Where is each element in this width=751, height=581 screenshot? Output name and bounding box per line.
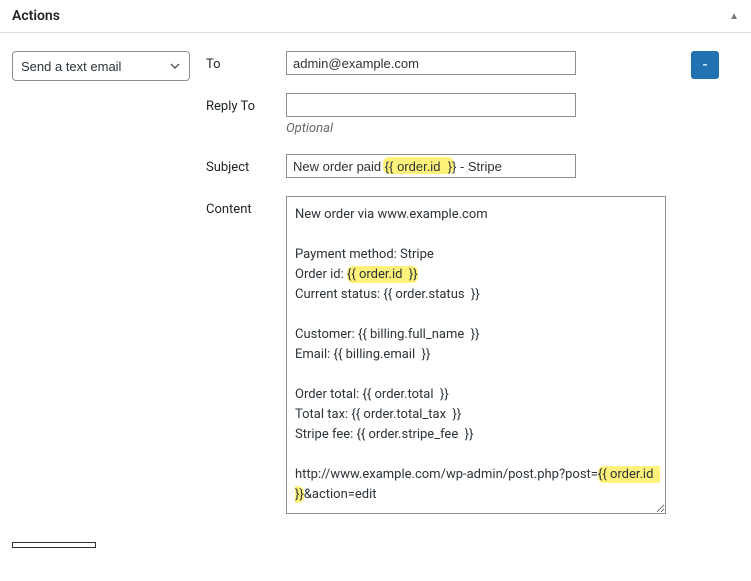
to-input[interactable]	[286, 51, 576, 75]
subject-label: Subject	[206, 154, 286, 175]
actions-panel-header: Actions ▲	[0, 0, 751, 33]
action-fields: To Reply To Optional Subject New order p…	[206, 51, 676, 526]
to-label: To	[206, 51, 286, 72]
action-type-wrap: Send a text email	[12, 51, 190, 81]
actions-panel-title: Actions	[12, 8, 60, 24]
reply-to-input[interactable]	[286, 93, 576, 117]
content-textarea[interactable]	[286, 196, 666, 514]
reply-to-label: Reply To	[206, 93, 286, 114]
remove-action-button[interactable]: -	[691, 51, 719, 79]
add-action-button[interactable]	[12, 542, 96, 548]
actions-panel-body: - Send a text email To Reply To Optional	[0, 33, 751, 536]
content-label: Content	[206, 196, 286, 217]
collapse-toggle-icon[interactable]: ▲	[729, 11, 739, 22]
subject-input[interactable]	[286, 154, 576, 178]
action-type-select[interactable]: Send a text email	[12, 51, 190, 81]
reply-to-optional-note: Optional	[286, 121, 676, 136]
